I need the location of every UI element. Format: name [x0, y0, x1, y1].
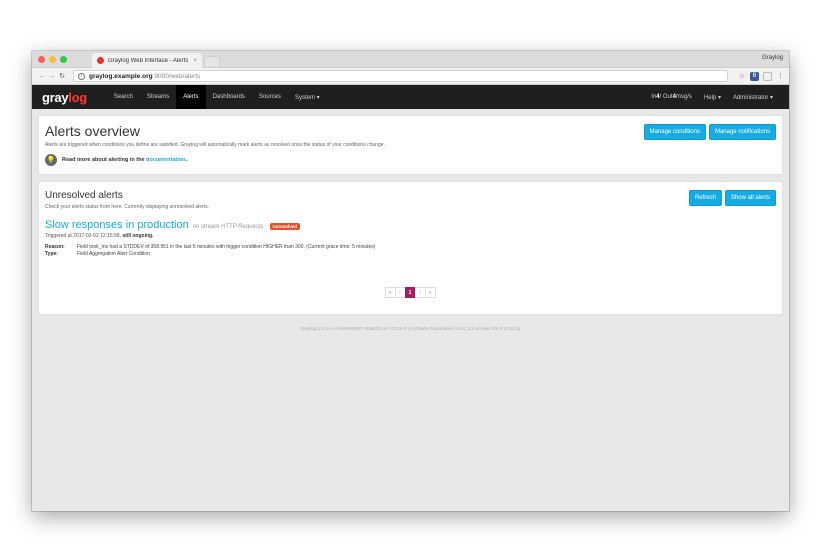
lightbulb-icon: 💡	[45, 154, 57, 166]
reason-label: Reason:	[45, 244, 65, 250]
url-host: graylog.example.org	[89, 72, 153, 80]
last-page-button[interactable]: »	[424, 287, 436, 298]
manage-notifications-button[interactable]: Manage notifications	[708, 124, 776, 140]
address-bar: ← → ↻ i graylog.example.org:9000/web/ale…	[32, 68, 789, 85]
unresolved-description: Check your alerts status from here. Curr…	[45, 204, 209, 210]
refresh-button[interactable]: Refresh	[688, 190, 722, 206]
nav-sources[interactable]: Sources	[252, 85, 288, 109]
overview-description: Alerts are triggered when conditions you…	[45, 142, 385, 148]
doc-suffix: .	[185, 157, 187, 163]
alert-details: Reason: Field took_ms had a STDDEV of 35…	[45, 244, 776, 257]
alert-heading: Slow responses in production on stream H…	[45, 219, 776, 231]
alert-name-link[interactable]: Slow responses in production	[45, 219, 189, 231]
page-footer: Graylog 2.2.0-rc.2-SNAPSHOT+9b9cf11 on 1…	[300, 326, 521, 331]
pagination: « ‹ 1 › »	[45, 287, 776, 298]
extension-icon[interactable]: B	[750, 71, 759, 81]
nav-search[interactable]: Search	[107, 85, 140, 109]
minimize-window-button[interactable]	[49, 56, 56, 63]
type-text: Field Aggregation Alert Condition	[77, 251, 150, 257]
maximize-window-button[interactable]	[60, 56, 67, 63]
help-dropdown[interactable]: Help ▾	[698, 85, 727, 109]
navbar-right: In 4 / Out 4 msg/s Help ▾ Administrator …	[645, 85, 779, 109]
status-badge: Unresolved	[269, 223, 301, 230]
documentation-link[interactable]: documentation	[146, 157, 185, 163]
nav-alerts[interactable]: Alerts	[176, 85, 206, 109]
triggered-info: Triggered at 2017-02-02 12:15:58, still …	[45, 233, 776, 239]
show-all-alerts-button[interactable]: Show all alerts	[724, 190, 776, 206]
manage-conditions-button[interactable]: Manage conditions	[643, 124, 706, 140]
throughput-indicator[interactable]: In 4 / Out 4 msg/s	[645, 85, 698, 109]
nav-dashboards[interactable]: Dashboards	[206, 85, 252, 109]
alert-type-row: Type: Field Aggregation Alert Condition	[45, 251, 776, 257]
url-input[interactable]: i graylog.example.org:9000/web/alerts	[73, 70, 728, 82]
logo-text-main: gray	[42, 89, 69, 105]
browser-titlebar: Graylog Web Interface - Alerts × Graylog	[32, 51, 789, 68]
window-controls	[38, 56, 67, 63]
unresolved-alerts-panel: Unresolved alerts Check your alerts stat…	[38, 181, 783, 315]
triggered-status: still ongoing.	[122, 233, 154, 239]
star-icon[interactable]: ☆	[739, 72, 745, 80]
alert-reason-row: Reason: Field took_ms had a STDDEV of 35…	[45, 244, 776, 250]
browser-tab[interactable]: Graylog Web Interface - Alerts ×	[92, 53, 202, 68]
nav-streams[interactable]: Streams	[140, 85, 176, 109]
stream-prefix: on stream	[192, 224, 222, 230]
doc-prefix: Read more about alerting in the	[62, 157, 145, 163]
browser-profile[interactable]: Graylog	[762, 55, 783, 61]
tab-title: Graylog Web Interface - Alerts	[108, 57, 189, 64]
reload-icon[interactable]: ↻	[57, 72, 67, 80]
close-window-button[interactable]	[38, 56, 45, 63]
back-arrow-icon[interactable]: ←	[37, 73, 47, 80]
overview-actions: Manage conditions Manage notifications	[643, 124, 776, 140]
unresolved-actions: Refresh Show all alerts	[688, 190, 776, 206]
extension-icon-2[interactable]	[763, 71, 772, 81]
user-dropdown[interactable]: Administrator ▾	[727, 85, 779, 109]
documentation-hint: 💡 Read more about alerting in the docume…	[45, 154, 776, 166]
new-tab-button[interactable]	[204, 56, 220, 66]
graylog-navbar: graylog Search Streams Alerts Dashboards…	[32, 85, 789, 109]
browser-window: Graylog Web Interface - Alerts × Graylog…	[32, 51, 789, 511]
forward-arrow-icon[interactable]: →	[47, 73, 57, 80]
reason-text: Field took_ms had a STDDEV of 358.951 in…	[77, 244, 376, 250]
info-icon[interactable]: i	[78, 72, 85, 80]
throughput-out-label: / Out	[659, 94, 673, 100]
menu-kebab-icon[interactable]: ⋮	[777, 72, 784, 80]
stream-name: HTTP Requests	[221, 224, 264, 230]
alert-stream: on stream HTTP Requests	[193, 224, 264, 230]
alerts-overview-panel: Alerts overview Alerts are triggered whe…	[38, 115, 783, 175]
nav-system[interactable]: System ▾	[288, 85, 327, 109]
url-path: :9000/web/alerts	[152, 72, 201, 80]
graylog-logo[interactable]: graylog	[42, 90, 87, 105]
tab-close-icon[interactable]: ×	[193, 58, 197, 64]
logo-text-accent: log	[68, 89, 87, 105]
type-label: Type:	[45, 251, 58, 257]
section-title: Unresolved alerts	[45, 190, 123, 201]
triggered-time: Triggered at 2017-02-02 12:15:58,	[45, 233, 123, 239]
page-content: Alerts overview Alerts are triggered whe…	[32, 115, 789, 331]
graylog-favicon-icon	[97, 57, 104, 64]
throughput-unit: msg/s	[675, 94, 692, 100]
